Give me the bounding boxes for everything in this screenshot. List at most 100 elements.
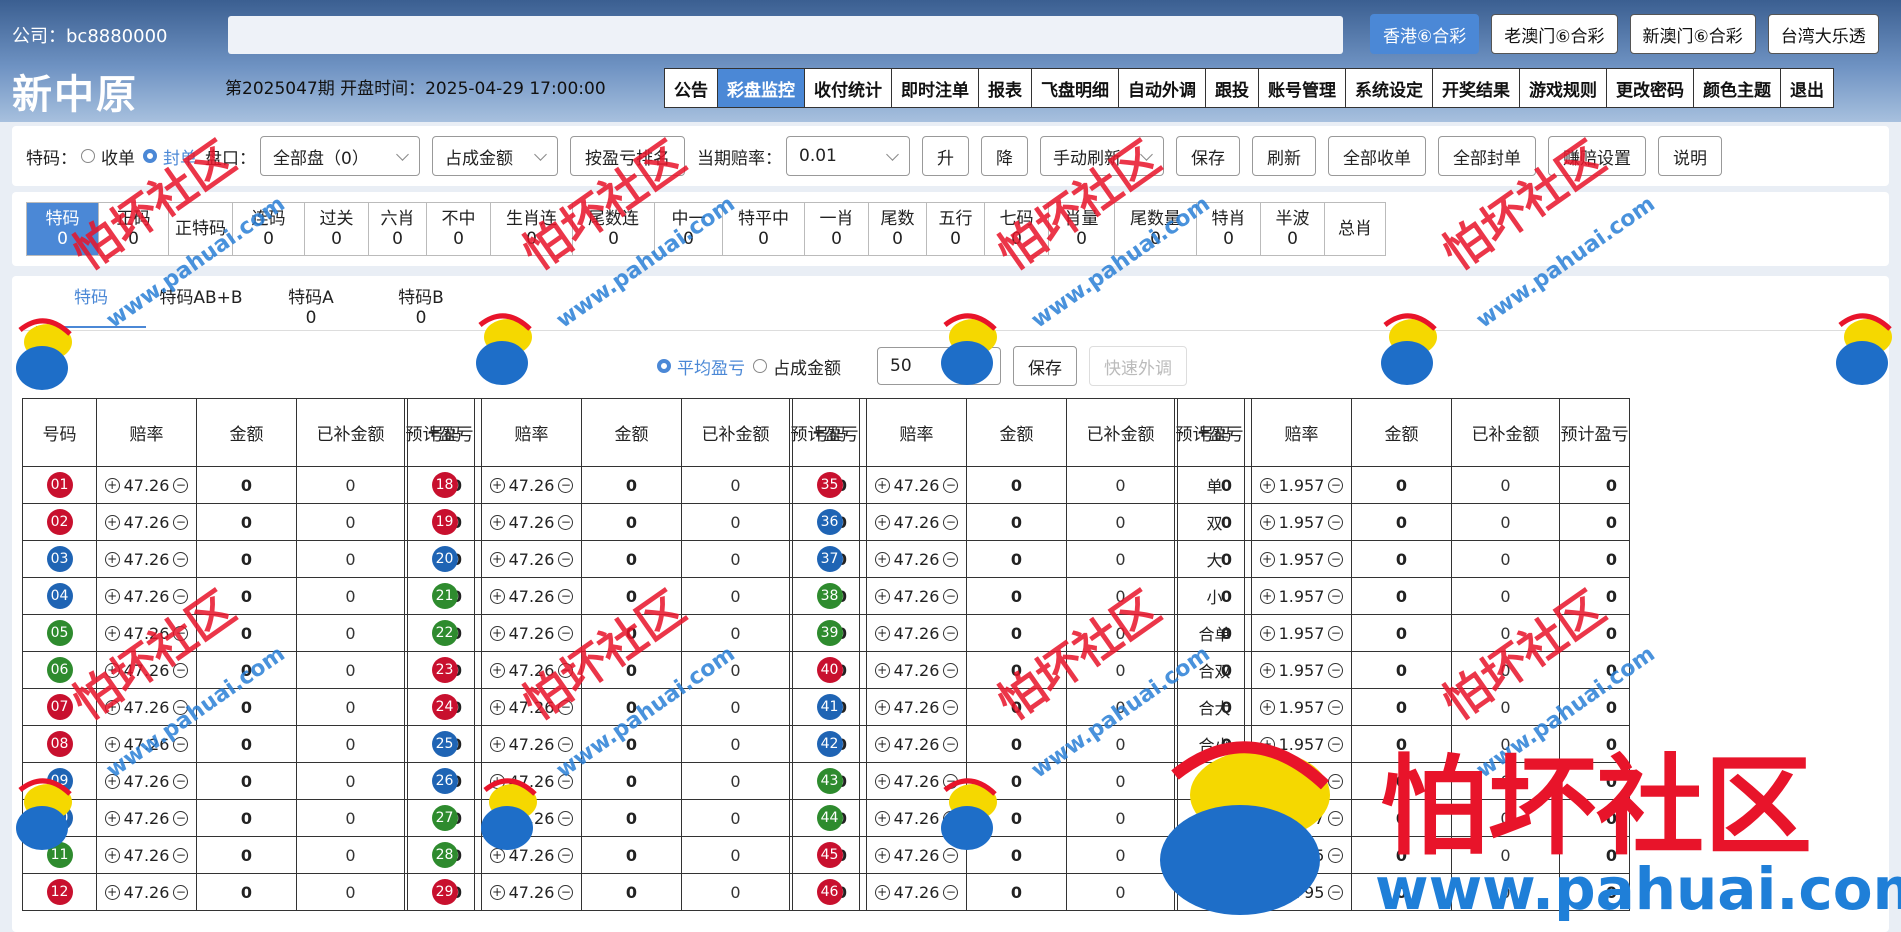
plus-circle-icon[interactable]: +	[1259, 477, 1275, 493]
plus-circle-icon[interactable]: +	[489, 736, 505, 752]
minus-circle-icon[interactable]: −	[943, 551, 959, 567]
plus-circle-icon[interactable]: +	[489, 662, 505, 678]
menu-item-5[interactable]: 飞盘明细	[1032, 69, 1119, 107]
plus-circle-icon[interactable]: +	[489, 810, 505, 826]
minus-circle-icon[interactable]: −	[173, 736, 189, 752]
sort-by-pl-button[interactable]: 按盈亏排名	[570, 136, 685, 176]
plus-circle-icon[interactable]: +	[489, 477, 505, 493]
minus-circle-icon[interactable]: −	[558, 588, 574, 604]
minus-circle-icon[interactable]: −	[943, 514, 959, 530]
minus-circle-icon[interactable]: −	[943, 625, 959, 641]
minus-circle-icon[interactable]: −	[173, 847, 189, 863]
refresh-mode-select[interactable]: 手动刷新	[1040, 136, 1164, 176]
plus-circle-icon[interactable]: +	[874, 662, 890, 678]
plus-circle-icon[interactable]: +	[489, 847, 505, 863]
plus-circle-icon[interactable]: +	[489, 773, 505, 789]
minus-circle-icon[interactable]: −	[943, 477, 959, 493]
minus-circle-icon[interactable]: −	[943, 588, 959, 604]
plus-circle-icon[interactable]: +	[489, 884, 505, 900]
menu-item-8[interactable]: 账号管理	[1259, 69, 1346, 107]
category-tab-5[interactable]: 六肖 0	[369, 203, 427, 255]
plus-circle-icon[interactable]: +	[874, 810, 890, 826]
subtab-3[interactable]: 特码B 0	[366, 288, 476, 328]
plus-circle-icon[interactable]: +	[1259, 810, 1275, 826]
plus-circle-icon[interactable]: +	[104, 884, 120, 900]
plus-circle-icon[interactable]: +	[874, 625, 890, 641]
plus-circle-icon[interactable]: +	[104, 477, 120, 493]
category-tab-0[interactable]: 特码 0	[27, 203, 99, 255]
save-adjust-button[interactable]: 保存	[1013, 346, 1077, 386]
category-tab-7[interactable]: 生肖连 0	[491, 203, 573, 255]
minus-circle-icon[interactable]: −	[173, 810, 189, 826]
minus-circle-icon[interactable]: −	[1328, 810, 1344, 826]
minus-circle-icon[interactable]: −	[558, 551, 574, 567]
minus-circle-icon[interactable]: −	[173, 551, 189, 567]
category-tab-19[interactable]: 总肖	[1325, 203, 1385, 255]
plus-circle-icon[interactable]: +	[874, 773, 890, 789]
minus-circle-icon[interactable]: −	[943, 699, 959, 715]
category-tab-14[interactable]: 七码 0	[985, 203, 1049, 255]
category-tab-6[interactable]: 不中 0	[427, 203, 491, 255]
plus-circle-icon[interactable]: +	[104, 514, 120, 530]
category-tab-2[interactable]: 正特码	[169, 203, 233, 255]
subtab-0[interactable]: 特码	[36, 288, 146, 328]
minus-circle-icon[interactable]: −	[173, 625, 189, 641]
menu-item-2[interactable]: 收付统计	[805, 69, 892, 107]
minus-circle-icon[interactable]: −	[1328, 884, 1344, 900]
plus-circle-icon[interactable]: +	[1259, 847, 1275, 863]
plus-circle-icon[interactable]: +	[104, 810, 120, 826]
menu-item-14[interactable]: 退出	[1781, 69, 1833, 107]
plus-circle-icon[interactable]: +	[874, 551, 890, 567]
save-button[interactable]: 保存	[1176, 136, 1240, 176]
minus-circle-icon[interactable]: −	[558, 662, 574, 678]
all-fengdan-button[interactable]: 全部封单	[1438, 136, 1536, 176]
plus-circle-icon[interactable]: +	[104, 551, 120, 567]
region-button-3[interactable]: 台湾大乐透	[1767, 14, 1879, 54]
minus-circle-icon[interactable]: −	[1328, 773, 1344, 789]
radio-fengdan[interactable]: 封单	[143, 144, 197, 169]
minus-circle-icon[interactable]: −	[1328, 625, 1344, 641]
region-button-1[interactable]: 老澳门⑥合彩	[1491, 14, 1618, 54]
adjust-input[interactable]: 50	[877, 347, 1001, 385]
all-shoudan-button[interactable]: 全部收单	[1328, 136, 1426, 176]
plus-circle-icon[interactable]: +	[1259, 699, 1275, 715]
minus-circle-icon[interactable]: −	[173, 588, 189, 604]
plus-circle-icon[interactable]: +	[104, 588, 120, 604]
menu-item-10[interactable]: 开奖结果	[1433, 69, 1520, 107]
minus-circle-icon[interactable]: −	[558, 514, 574, 530]
minus-circle-icon[interactable]: −	[1328, 588, 1344, 604]
plus-circle-icon[interactable]: +	[874, 847, 890, 863]
minus-circle-icon[interactable]: −	[1328, 477, 1344, 493]
minus-circle-icon[interactable]: −	[173, 514, 189, 530]
minus-circle-icon[interactable]: −	[1328, 551, 1344, 567]
help-button[interactable]: 说明	[1658, 136, 1722, 176]
category-tab-9[interactable]: 中一 0	[655, 203, 723, 255]
plus-circle-icon[interactable]: +	[104, 773, 120, 789]
minus-circle-icon[interactable]: −	[558, 847, 574, 863]
minus-circle-icon[interactable]: −	[558, 736, 574, 752]
radio-occupy-amt[interactable]: 占成金额	[753, 354, 841, 379]
plus-circle-icon[interactable]: +	[104, 662, 120, 678]
minus-circle-icon[interactable]: −	[558, 625, 574, 641]
category-tab-10[interactable]: 特平中 0	[723, 203, 805, 255]
plus-circle-icon[interactable]: +	[1259, 514, 1275, 530]
minus-circle-icon[interactable]: −	[943, 773, 959, 789]
odds-step-select[interactable]: 0.01	[786, 136, 910, 176]
minus-circle-icon[interactable]: −	[943, 662, 959, 678]
plus-circle-icon[interactable]: +	[1259, 884, 1275, 900]
plus-circle-icon[interactable]: +	[104, 699, 120, 715]
minus-circle-icon[interactable]: −	[943, 847, 959, 863]
category-tab-1[interactable]: 正码 0	[99, 203, 169, 255]
plus-circle-icon[interactable]: +	[1259, 625, 1275, 641]
payout-settings-button[interactable]: 赚赔设置	[1548, 136, 1646, 176]
minus-circle-icon[interactable]: −	[173, 477, 189, 493]
quick-adjust-button[interactable]: 快速外调	[1089, 346, 1187, 386]
category-tab-12[interactable]: 尾数 0	[869, 203, 927, 255]
category-tab-8[interactable]: 尾数连 0	[573, 203, 655, 255]
minus-circle-icon[interactable]: −	[1328, 662, 1344, 678]
plus-circle-icon[interactable]: +	[1259, 736, 1275, 752]
menu-item-13[interactable]: 颜色主题	[1694, 69, 1781, 107]
plus-circle-icon[interactable]: +	[1259, 588, 1275, 604]
category-tab-17[interactable]: 特肖 0	[1197, 203, 1261, 255]
menu-item-6[interactable]: 自动外调	[1119, 69, 1206, 107]
